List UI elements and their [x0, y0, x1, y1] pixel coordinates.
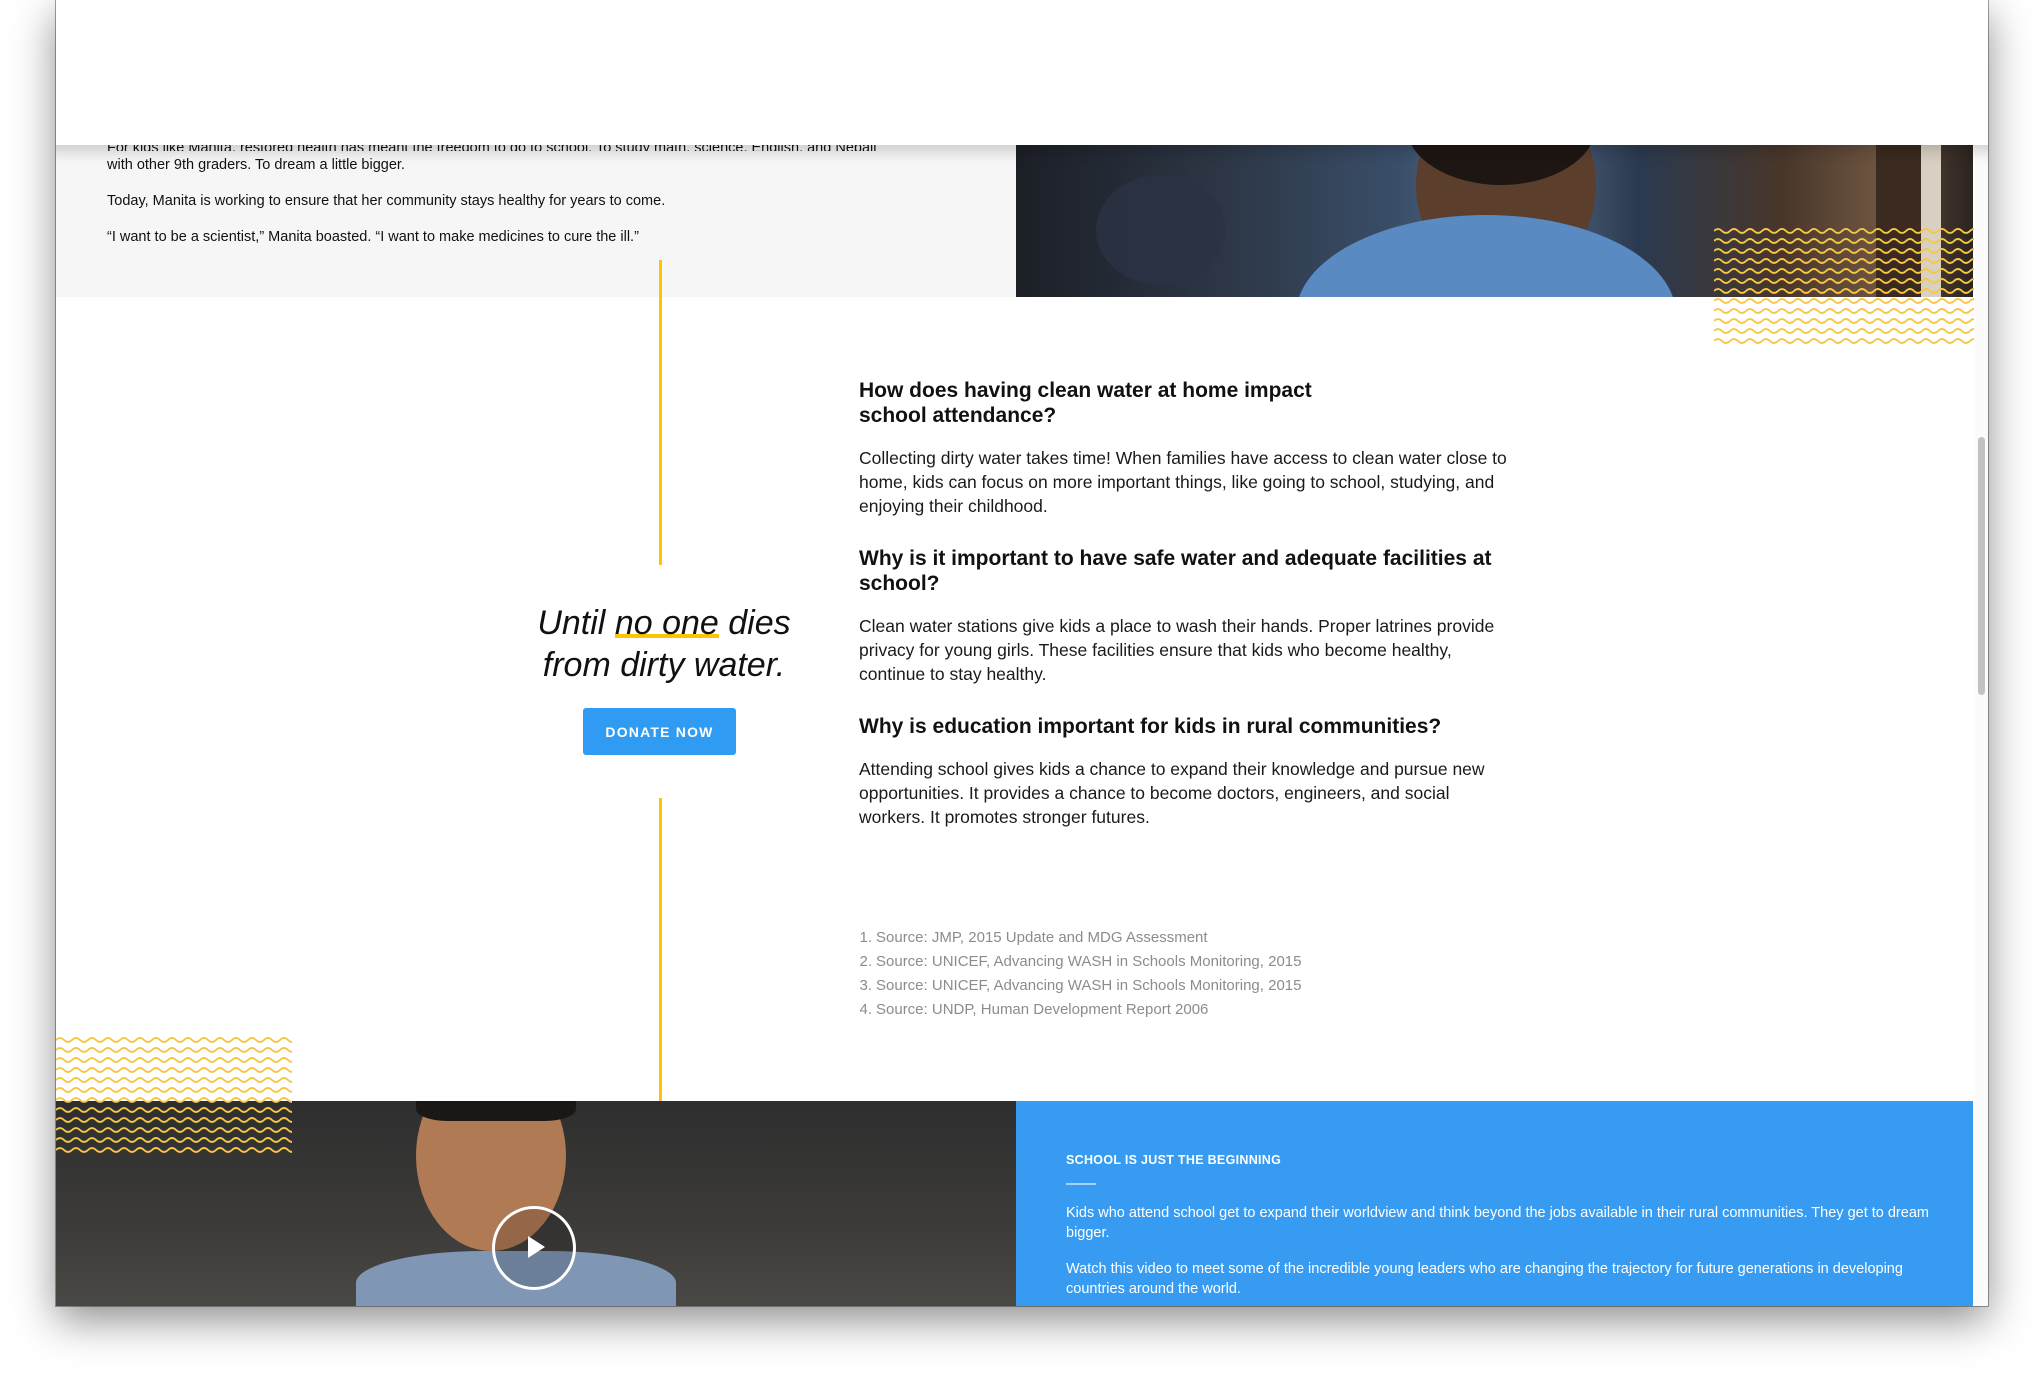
sources-list: 1. Source: JMP, 2015 Update and MDG Asses…: [859, 926, 1301, 1022]
wave-line: [56, 1087, 292, 1093]
faq-answer: Collecting dirty water takes time! When …: [859, 448, 1507, 516]
wave-line: [1714, 328, 1974, 334]
wave-line: [56, 1077, 292, 1083]
mission-tagline: Until no one dies from dirty water.: [526, 602, 802, 686]
source-text: Source: UNICEF, Advancing WASH in School…: [876, 977, 1302, 994]
source-item: 4. Source: UNDP, Human Development Report…: [859, 998, 1301, 1022]
source-item: 3. Source: UNICEF, Advancing WASH in Scho…: [859, 974, 1301, 998]
story-paragraph: Today, Manita is working to ensure that …: [107, 193, 666, 209]
wave-line: [1714, 318, 1974, 324]
source-number: 2.: [859, 953, 872, 970]
tagline-text: dies: [718, 604, 791, 642]
faq-question: Why is it important to have safe water a…: [859, 547, 1492, 595]
wave-line: [1714, 228, 1974, 234]
accent-vertical-line: [659, 260, 662, 565]
wave-line: [1714, 338, 1974, 344]
story-paragraph: with other 9th graders. To dream a littl…: [107, 157, 405, 173]
source-text: Source: JMP, 2015 Update and MDG Assessm…: [876, 929, 1208, 946]
photo-shape: [1296, 215, 1676, 297]
wave-line: [56, 1137, 292, 1143]
faq-question: Why is education important for kids in r…: [859, 715, 1442, 738]
wave-line: [56, 1117, 292, 1123]
page-scrollbar-thumb[interactable]: [1978, 437, 1985, 695]
wave-line: [1714, 288, 1974, 294]
wave-line: [56, 1147, 292, 1153]
browser-window: For kids like Manita, restored health ha…: [56, 0, 1988, 1306]
wave-line: [56, 1067, 292, 1073]
faq-answer: Clean water stations give kids a place t…: [859, 616, 1495, 684]
source-number: 4.: [859, 1001, 872, 1018]
faq-question: How does having clean water at home impa…: [859, 379, 1312, 427]
tagline-highlight: no one: [614, 604, 719, 642]
wave-line: [56, 1037, 292, 1043]
story-block: For kids like Manita, restored health ha…: [56, 140, 1016, 297]
play-icon: [528, 1236, 545, 1258]
wave-line: [1714, 278, 1974, 284]
tagline-text: Until: [537, 604, 615, 642]
wave-line: [56, 1107, 292, 1113]
source-item: 2. Source: UNICEF, Advancing WASH in Scho…: [859, 950, 1301, 974]
photo-shape: [416, 1101, 576, 1121]
wave-line: [56, 1127, 292, 1133]
accent-vertical-line: [659, 798, 662, 1101]
source-item: 1. Source: JMP, 2015 Update and MDG Asses…: [859, 926, 1301, 950]
faq-section: How does having clean water at home impa…: [859, 378, 1519, 857]
panel-paragraph: Kids who attend school get to expand the…: [1066, 1205, 1929, 1241]
wave-line: [1714, 258, 1974, 264]
source-text: Source: UNICEF, Advancing WASH in School…: [876, 953, 1302, 970]
wave-line: [1714, 238, 1974, 244]
page-scrollbar-track[interactable]: [1975, 145, 1988, 1306]
source-text: Source: UNDP, Human Development Report 2…: [876, 1001, 1209, 1018]
photo-shape: [1096, 175, 1226, 285]
wave-line: [1714, 298, 1974, 304]
faq-answer: Attending school gives kids a chance to …: [859, 759, 1485, 827]
wave-line: [1714, 308, 1974, 314]
wave-line: [56, 1097, 292, 1103]
decorative-waves-bottom-left: [56, 1037, 292, 1153]
story-quote: “I want to be a scientist,” Manita boast…: [107, 229, 639, 245]
source-number: 1.: [859, 929, 872, 946]
tagline-text: from dirty water.: [542, 646, 786, 684]
wave-line: [56, 1057, 292, 1063]
donate-now-button[interactable]: DONATE NOW: [583, 708, 736, 755]
panel-paragraph: Watch this video to meet some of the inc…: [1066, 1261, 1903, 1297]
video-info-panel: SCHOOL IS JUST THE BEGINNING Kids who at…: [1016, 1101, 1973, 1306]
top-bar: [56, 0, 1988, 145]
label-divider: [1066, 1183, 1096, 1185]
wave-line: [1714, 248, 1974, 254]
source-number: 3.: [859, 977, 872, 994]
video-play-button[interactable]: [492, 1206, 576, 1290]
decorative-waves-top-right: [1714, 228, 1974, 344]
wave-line: [1714, 268, 1974, 274]
section-label: SCHOOL IS JUST THE BEGINNING: [1066, 1153, 1282, 1167]
wave-line: [56, 1047, 292, 1053]
